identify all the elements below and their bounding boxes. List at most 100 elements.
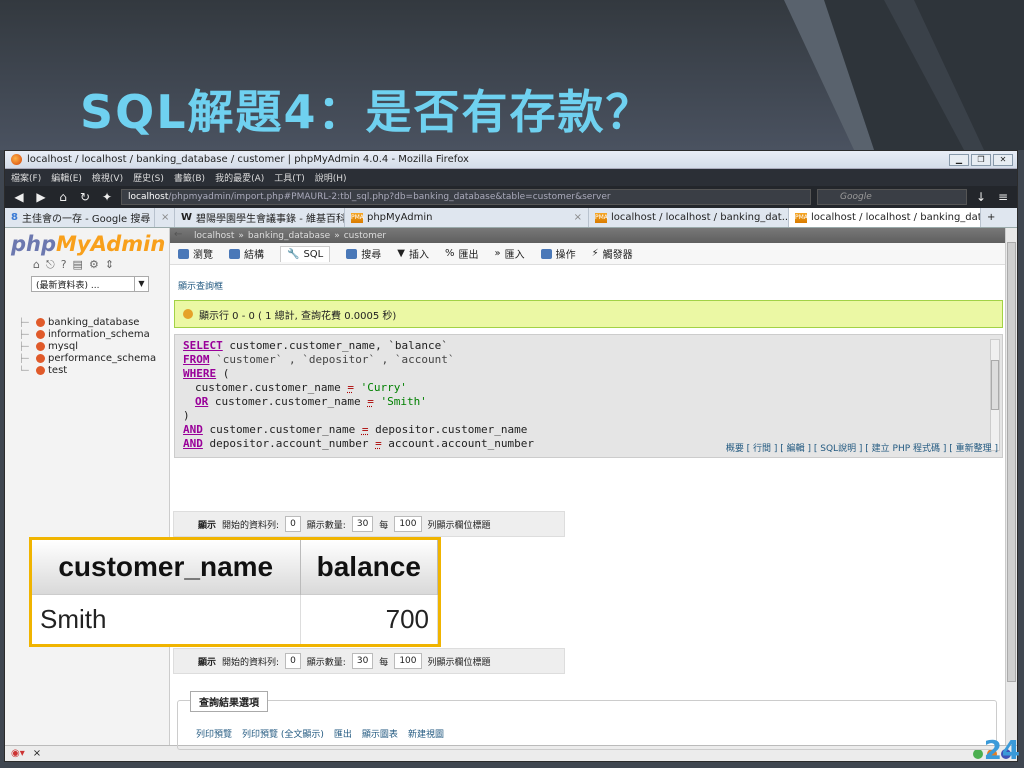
menu-help[interactable]: 說明(H) [315, 171, 347, 184]
menu-tools[interactable]: 工具(T) [274, 171, 305, 184]
tab-browse[interactable]: 瀏覽 [178, 246, 213, 261]
menu-file[interactable]: 檔案(F) [11, 171, 41, 184]
home-icon[interactable]: ⌂ [55, 190, 71, 204]
database-item[interactable]: ├─ performance_schema [19, 352, 163, 364]
tab-export[interactable]: % 匯出 [445, 246, 479, 261]
title-bar: localhost / localhost / banking_database… [5, 151, 1017, 169]
database-icon [36, 317, 45, 327]
import-icon: » [494, 248, 501, 259]
menu-edit[interactable]: 編輯(E) [51, 171, 82, 184]
close-icon[interactable]: × [574, 212, 582, 223]
phpmyadmin-icon: PMA [795, 212, 808, 223]
reload-icon[interactable]: ↻ [77, 190, 93, 204]
database-item[interactable]: └─ test [19, 364, 163, 376]
pagination-row-bottom: 顯示 開始的資料列: 0 顯示數量: 30 每 100 列顯示欄位標題 [173, 648, 565, 674]
breadcrumb-database[interactable]: banking_database [248, 231, 330, 241]
print-preview-full-link[interactable]: 列印預覽 (全文顯示) [242, 727, 324, 740]
column-header-balance[interactable]: balance [300, 540, 438, 594]
forward-icon[interactable]: ▶ [33, 190, 49, 204]
recent-tables-select[interactable]: (最新資料表) ... ▼ [31, 276, 149, 292]
tab-wikipedia[interactable]: W 碧陽學園學生會議事錄 - 維基百科，... × [175, 208, 345, 227]
row-count-input[interactable]: 30 [351, 653, 374, 669]
tab-triggers[interactable]: ⚡ 觸發器 [592, 246, 633, 261]
success-message: 顯示行 0 - 0 ( 1 總計, 查詢花費 0.0005 秒) [174, 300, 1003, 328]
new-tab-button[interactable]: + [981, 208, 1001, 227]
sql-query-box[interactable]: SELECT customer.customer_name, `balance`… [174, 334, 1003, 458]
puzzle-icon[interactable] [973, 748, 983, 759]
help-icon[interactable]: ? [61, 258, 67, 272]
tab-google[interactable]: 8 主佳會の一存 - Google 搜尋 [5, 208, 155, 227]
display-chart-link[interactable]: 顯示圖表 [362, 727, 398, 740]
database-item[interactable]: ├─ information_schema [19, 328, 163, 340]
tab-phpmyadmin[interactable]: PMA phpMyAdmin × [345, 208, 589, 227]
maximize-button[interactable]: ❐ [971, 153, 991, 166]
pagination-row-top: 顯示 開始的資料列: 0 顯示數量: 30 每 100 列顯示欄位標題 [173, 511, 565, 537]
start-row-input[interactable]: 0 [285, 516, 301, 532]
breadcrumb-server[interactable]: localhost [194, 231, 234, 241]
docs-icon[interactable]: ▤ [73, 258, 83, 272]
database-item[interactable]: ├─ mysql [19, 340, 163, 352]
create-view-link[interactable]: 新建視圖 [408, 727, 444, 740]
menu-bookmarks[interactable]: 書籤(B) [174, 171, 205, 184]
tab-structure[interactable]: 結構 [229, 246, 264, 261]
breadcrumb-table[interactable]: customer [344, 231, 386, 241]
database-icon [36, 341, 45, 351]
exit-icon[interactable]: ⎋ [46, 258, 55, 272]
download-icon[interactable]: ↓ [973, 190, 989, 204]
cell-balance[interactable]: 700 [300, 593, 438, 644]
slide-decoration [784, 0, 1024, 150]
menu-view[interactable]: 檢視(V) [92, 171, 123, 184]
export-icon: % [444, 248, 455, 259]
tab-insert[interactable]: ▼ 插入 [397, 246, 429, 261]
search-input[interactable]: Google [817, 189, 967, 205]
tab-operations[interactable]: 操作 [540, 246, 576, 261]
tab-localhost-2[interactable]: PMA localhost / localhost / banking_dat.… [789, 208, 981, 227]
collapse-icon[interactable]: ← [174, 229, 182, 240]
menu-icon[interactable]: ≡ [995, 190, 1011, 204]
tab-import[interactable]: » 匯入 [494, 246, 524, 261]
url-bar[interactable]: localhost /phpmyadmin/import.php#PMAURL-… [121, 189, 811, 205]
reload-icon[interactable]: ⇕ [105, 258, 114, 272]
results-table: customer_name balance Smith 700 [29, 537, 441, 647]
page-scrollbar[interactable] [1005, 228, 1017, 745]
repeat-header-input[interactable]: 100 [394, 653, 422, 669]
phpmyadmin-logo[interactable]: phpMyAdmin [11, 232, 165, 256]
result-options-legend[interactable]: 查詢結果選項 [190, 691, 268, 712]
structure-icon [229, 248, 240, 259]
back-icon[interactable]: ◀ [11, 190, 27, 204]
tab-label: localhost / localhost / banking_dat... [611, 212, 789, 223]
home-icon[interactable]: ⌂ [33, 258, 40, 272]
menu-history[interactable]: 歷史(S) [133, 171, 164, 184]
slide-title: SQL解題4：是否有存款？ [80, 85, 654, 139]
quick-icons: ⌂ ⎋ ? ▤ ⚙ ⇕ [33, 258, 163, 272]
sql-links[interactable]: 概要 [ 行間 ] [ 編輯 ] [ SQL說明 ] [ 建立 PHP 程式碼 … [726, 442, 998, 456]
database-item[interactable]: ├─ banking_database [19, 316, 163, 328]
print-preview-link[interactable]: 列印預覽 [196, 727, 232, 740]
tab-search[interactable]: 搜尋 [346, 246, 381, 261]
start-row-input[interactable]: 0 [285, 653, 301, 669]
settings-icon[interactable]: ⚙ [89, 258, 99, 272]
bookmark-icon[interactable]: ✦ [99, 190, 115, 204]
success-icon [183, 309, 193, 319]
tab-localhost-1[interactable]: PMA localhost / localhost / banking_dat.… [589, 208, 789, 227]
show-query-box-link[interactable]: 顯示查詢框 [178, 279, 1017, 292]
column-header-customer-name[interactable]: customer_name [32, 540, 301, 594]
row-count-input[interactable]: 30 [351, 516, 374, 532]
tab-close[interactable]: × [155, 208, 175, 227]
phpmyadmin-icon: PMA [595, 212, 608, 223]
export-link[interactable]: 匯出 [334, 727, 352, 740]
addon-icon[interactable]: ◉▾ [11, 748, 25, 759]
menu-favorites[interactable]: 我的最愛(A) [215, 171, 264, 184]
tab-sql[interactable]: 🔧 SQL [280, 245, 331, 262]
minimize-button[interactable]: ▁ [949, 153, 969, 166]
result-options-fieldset: 查詢結果選項 列印預覽 列印預覽 (全文顯示) 匯出 顯示圖表 新建視圖 [177, 691, 997, 750]
cell-customer-name[interactable]: Smith [32, 593, 301, 644]
insert-icon: ▼ [397, 248, 405, 259]
tab-label: phpMyAdmin [367, 212, 433, 223]
url-host: localhost [128, 192, 169, 202]
close-icon[interactable]: × [33, 748, 41, 759]
close-button[interactable]: ✕ [993, 153, 1013, 166]
repeat-header-input[interactable]: 100 [394, 516, 422, 532]
sql-scrollbar[interactable] [990, 339, 1000, 451]
tab-label: 碧陽學園學生會議事錄 - 維基百科，... [196, 214, 345, 225]
